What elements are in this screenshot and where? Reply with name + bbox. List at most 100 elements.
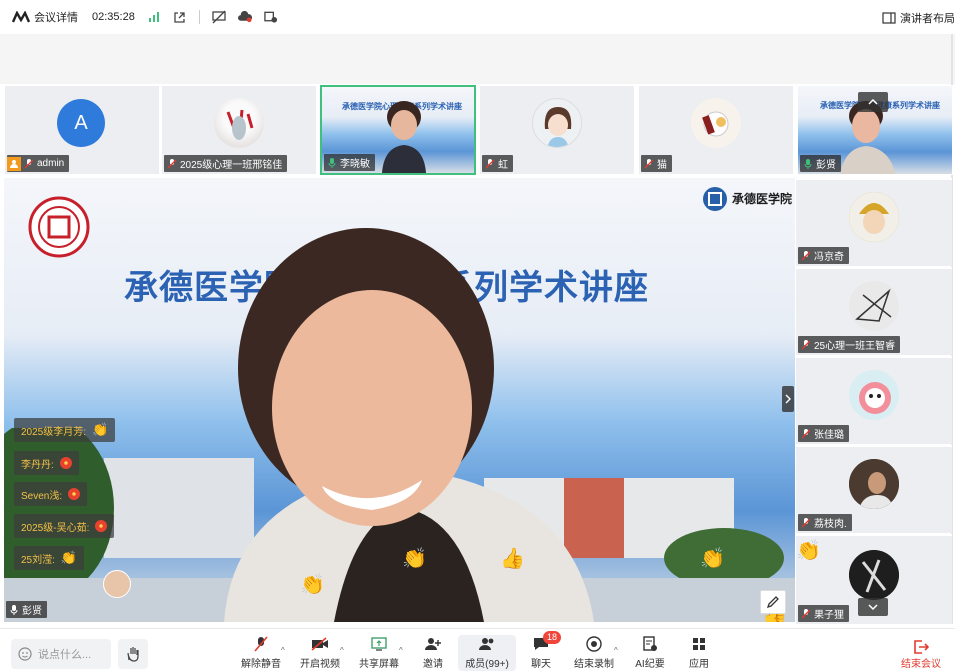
- chat-reaction-message: 2025级-吴心茹:: [14, 514, 115, 538]
- chevron-up-icon[interactable]: ^: [399, 646, 403, 655]
- invite-button[interactable]: 邀请: [405, 635, 461, 671]
- annotate-button[interactable]: [760, 590, 786, 614]
- chevron-down-icon: [868, 604, 878, 610]
- mic-muted-icon: [802, 339, 810, 349]
- avatar: [849, 550, 899, 600]
- clap-icon: 👏: [402, 548, 427, 570]
- chevron-up-icon: [868, 99, 878, 105]
- chevron-right-icon: [785, 394, 791, 404]
- chat-input[interactable]: 说点什么...: [11, 639, 111, 669]
- video-off-icon: [311, 635, 329, 653]
- participant-tile[interactable]: 猫: [638, 85, 794, 175]
- main-speaker-view[interactable]: 承德医学院 承德医学院心理健康系列学术讲座 2025级李月芳: 👏 李丹丹: S…: [4, 178, 795, 622]
- avatar: [691, 98, 741, 148]
- invite-icon: [424, 635, 442, 653]
- participant-nameplate: 2025级心理一班邢铭佳: [164, 155, 288, 172]
- apps-button[interactable]: 应用: [671, 635, 727, 671]
- chat-sender: 25刘滢:: [21, 554, 55, 566]
- chevron-up-icon[interactable]: ^: [614, 646, 618, 655]
- participant-nameplate: 张佳璐: [798, 425, 849, 442]
- chevron-up-icon[interactable]: ^: [340, 646, 344, 655]
- participant-name: 猫: [657, 160, 667, 171]
- participant-tile[interactable]: 承德医学院心理健康系列学术讲座 彭贤: [797, 85, 953, 175]
- toolbar-label: 应用: [689, 659, 709, 670]
- collapse-sidebar-button[interactable]: [782, 386, 794, 412]
- mic-off-icon: [252, 635, 270, 653]
- layout-label: 演讲者布局: [900, 13, 955, 25]
- participant-tile[interactable]: A admin: [4, 85, 160, 175]
- speaker-nameplate: 彭贤: [6, 601, 47, 618]
- participant-nameplate: 25心理一班王智睿: [798, 336, 901, 353]
- toolbar-label: 邀请: [423, 659, 443, 670]
- chat-sender: Seven浅:: [21, 490, 63, 502]
- layout-icon: [882, 12, 896, 24]
- chevron-up-icon[interactable]: ^: [281, 646, 285, 655]
- bottom-toolbar: 说点什么... 解除静音 ^ 开启视频 ^ 共享屏幕 ^ 邀请 成员(99+) …: [0, 628, 955, 671]
- scroll-down-button[interactable]: [858, 598, 888, 616]
- flower-icon: [59, 457, 72, 469]
- security-icon[interactable]: [264, 10, 278, 24]
- side-gallery: 冯京奇 25心理一班王智睿 张佳璐 荔枝肉. 👏 果子狸: [796, 178, 952, 624]
- record-icon: [585, 635, 603, 653]
- participant-tile[interactable]: 虹: [479, 85, 635, 175]
- toolbar-label: 开启视频: [300, 659, 340, 670]
- chat-input-placeholder: 说点什么...: [38, 649, 92, 661]
- toolbar-label: 共享屏幕: [359, 659, 399, 670]
- participant-nameplate: admin: [7, 155, 70, 172]
- chat-reaction-message: 李丹丹:: [14, 451, 79, 475]
- chat-reaction-message: Seven浅:: [14, 482, 88, 506]
- members-icon: [478, 635, 496, 653]
- members-button[interactable]: 成员(99+): [458, 635, 516, 671]
- participant-name: 彭贤: [816, 160, 836, 171]
- avatar: [849, 281, 899, 331]
- avatar: [849, 370, 899, 420]
- cloud-icon[interactable]: [237, 10, 252, 24]
- mic-muted-icon: [802, 517, 810, 527]
- participant-tile-active[interactable]: 承德医学院心理健康系列学术讲座 李晓敏: [320, 85, 476, 175]
- participant-name: 冯京奇: [814, 252, 844, 263]
- participant-strip: A admin 2025级心理一班邢铭佳 承德医学院心理健康系列学术讲座 李晓敏: [4, 85, 954, 175]
- open-external-icon[interactable]: [173, 10, 187, 24]
- chat-sender: 2025级-吴心茹:: [21, 522, 90, 534]
- participant-nameplate: 果子狸: [798, 605, 849, 622]
- toolbar-label: 聊天: [531, 659, 551, 670]
- scroll-up-button[interactable]: [858, 92, 888, 112]
- layout-button[interactable]: 演讲者布局: [882, 10, 955, 26]
- mic-active-icon: [804, 158, 812, 169]
- screen-share-off-icon[interactable]: [212, 10, 226, 24]
- avatar: [532, 98, 582, 148]
- participant-nameplate: 彭贤: [800, 155, 841, 172]
- avatar: A: [57, 99, 105, 147]
- chat-button[interactable]: 18 聊天: [513, 631, 569, 671]
- clap-icon: 👏: [60, 550, 78, 565]
- mic-muted-icon: [802, 250, 810, 260]
- avatar: [103, 570, 131, 598]
- participant-tile[interactable]: 荔枝肉.: [796, 445, 952, 533]
- signal-icon[interactable]: [147, 10, 161, 24]
- participant-nameplate: 猫: [641, 155, 672, 172]
- meeting-details-link[interactable]: 会议详情: [34, 9, 78, 25]
- emoji-icon[interactable]: [18, 647, 32, 661]
- participant-tile[interactable]: 张佳璐: [796, 356, 952, 444]
- share-screen-icon: [370, 635, 388, 653]
- toolbar-label: AI纪要: [635, 659, 665, 670]
- app-logo-icon: [12, 11, 30, 23]
- participant-tile[interactable]: 👏 果子狸: [796, 534, 952, 624]
- mic-muted-icon: [168, 158, 176, 168]
- participant-tile[interactable]: 冯京奇: [796, 178, 952, 266]
- chat-reaction-message: 25刘滢: 👏: [14, 546, 85, 570]
- avatar: [214, 98, 264, 148]
- participant-tile[interactable]: 2025级心理一班邢铭佳: [161, 85, 317, 175]
- clap-icon: 👏: [700, 548, 725, 570]
- participant-tile[interactable]: 25心理一班王智睿: [796, 267, 952, 355]
- clap-icon: 👏: [92, 422, 109, 437]
- participant-name: 25心理一班王智睿: [814, 341, 896, 352]
- end-meeting-button[interactable]: 结束会议: [901, 639, 941, 670]
- participant-nameplate: 冯京奇: [798, 247, 849, 264]
- raise-hand-button[interactable]: [118, 639, 148, 669]
- participant-name: 果子狸: [814, 610, 844, 621]
- mic-active-icon: [328, 157, 336, 168]
- ai-notes-button[interactable]: AI纪要: [622, 635, 678, 671]
- mic-muted-icon: [802, 608, 810, 618]
- avatar: [849, 459, 899, 509]
